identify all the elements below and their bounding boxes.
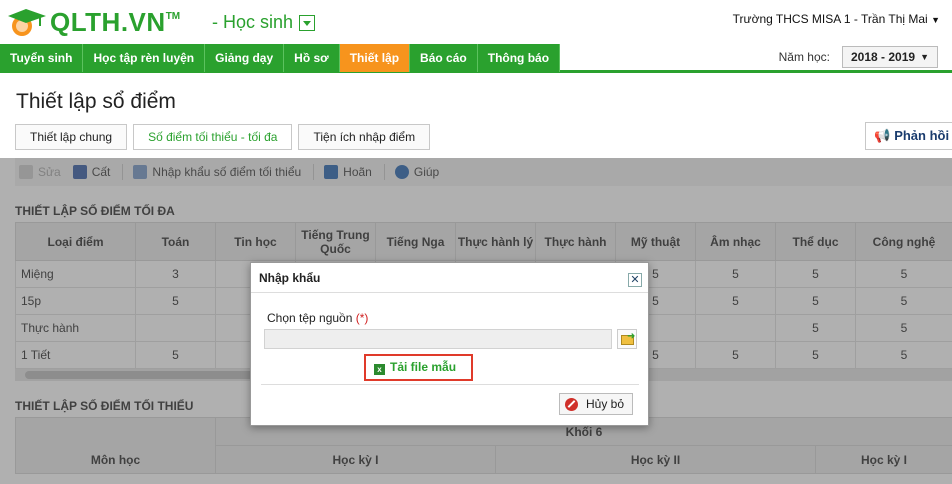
nav-item-hoc-tap[interactable]: Học tập rèn luyện: [83, 44, 206, 72]
user-menu[interactable]: Trường THCS MISA 1 - Trần Thị Mai ▼: [733, 12, 940, 26]
source-file-label: Chọn tệp nguồn (*): [267, 311, 369, 325]
browse-file-button[interactable]: ➜: [617, 329, 637, 349]
nav-item-giang-day[interactable]: Giảng dạy: [205, 44, 285, 72]
megaphone-icon: 📢: [874, 128, 891, 143]
download-template-label: Tải file mẫu: [390, 360, 457, 374]
nav-item-bao-cao[interactable]: Báo cáo: [410, 44, 478, 72]
role-switcher[interactable]: - Học sinh: [212, 12, 316, 33]
nav-item-tuyen-sinh[interactable]: Tuyển sinh: [0, 44, 84, 72]
school-user-label: Trường THCS MISA 1 - Trần Thị Mai: [732, 12, 928, 26]
caret-down-icon: ▼: [920, 52, 929, 62]
cancel-label: Hủy bỏ: [586, 397, 625, 411]
required-mark: (*): [355, 311, 369, 325]
tab-entry-tools[interactable]: Tiện ích nhập điểm: [298, 124, 431, 150]
dialog-divider: [261, 384, 639, 385]
logo-trademark: TM: [165, 10, 181, 22]
logo-text: QLTH.VN: [50, 6, 166, 37]
logo[interactable]: QLTH.VN TM: [6, 6, 180, 38]
tab-min-max[interactable]: Số điểm tối thiểu - tối đa: [133, 124, 293, 150]
cancel-icon: [565, 397, 578, 411]
dialog-title: Nhập khẩu: [251, 263, 648, 293]
import-dialog: Nhập khẩu ✕ Chọn tệp nguồn (*) ➜ x Tải fi…: [250, 262, 649, 426]
school-year: Năm học: 2018 - 2019 ▼: [779, 44, 938, 70]
chevron-down-icon[interactable]: [299, 14, 316, 31]
feedback-label: Phản hồi: [894, 128, 950, 143]
close-icon[interactable]: ✕: [628, 273, 642, 287]
download-template-link[interactable]: x Tải file mẫu: [364, 354, 473, 381]
arrow-icon: ➜: [627, 331, 636, 342]
cancel-button[interactable]: Hủy bỏ: [559, 393, 633, 415]
graduation-cap-icon: [8, 9, 46, 36]
source-file-input[interactable]: [264, 329, 612, 349]
school-year-value: 2018 - 2019: [851, 50, 916, 64]
role-label: - Học sinh: [212, 12, 294, 32]
header: QLTH.VN TM - Học sinh Trường THCS MISA 1…: [0, 0, 952, 44]
caret-down-icon: ▼: [931, 15, 940, 25]
feedback-button[interactable]: 📢 Phản hồi: [865, 122, 952, 150]
school-year-select[interactable]: 2018 - 2019 ▼: [842, 46, 938, 68]
page-title: Thiết lập sổ điểm: [16, 90, 176, 113]
nav-item-ho-so[interactable]: Hồ sơ: [284, 44, 340, 72]
nav-item-thong-bao[interactable]: Thông báo: [477, 44, 561, 72]
school-year-label: Năm học:: [778, 50, 830, 64]
excel-icon: x: [374, 364, 385, 375]
tab-general[interactable]: Thiết lập chung: [15, 124, 128, 150]
subtabs: Thiết lập chung Số điểm tối thiểu - tối …: [15, 124, 431, 150]
nav-item-thiet-lap[interactable]: Thiết lập: [339, 44, 411, 72]
